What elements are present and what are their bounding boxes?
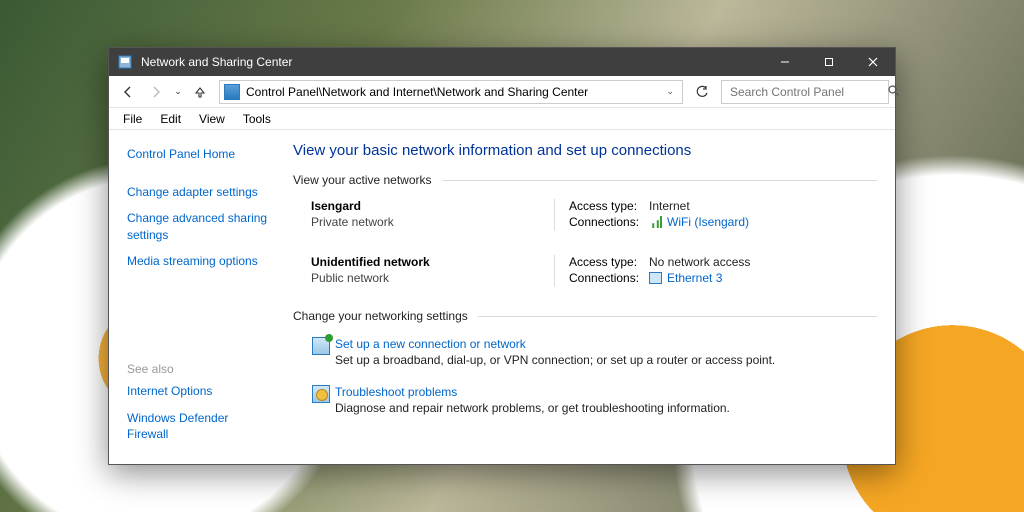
minimize-button[interactable]	[763, 48, 807, 76]
up-button[interactable]	[187, 79, 213, 105]
network-name: Unidentified network	[311, 255, 554, 269]
control-panel-home-link[interactable]: Control Panel Home	[127, 146, 273, 162]
change-settings-label: Change your networking settings	[293, 309, 877, 323]
access-type-label: Access type:	[569, 255, 649, 269]
setup-connection-desc: Set up a broadband, dial-up, or VPN conn…	[335, 353, 775, 367]
nav-bar: ⌄ Control Panel\Network and Internet\Net…	[109, 76, 895, 108]
troubleshoot-icon	[312, 385, 330, 403]
settings-row: Troubleshoot problems Diagnose and repai…	[293, 381, 877, 429]
ethernet-icon	[649, 272, 662, 284]
connections-label: Connections:	[569, 215, 649, 229]
troubleshoot-link[interactable]: Troubleshoot problems	[335, 385, 730, 399]
network-type: Public network	[311, 271, 554, 285]
close-button[interactable]	[851, 48, 895, 76]
menu-file[interactable]: File	[115, 110, 150, 128]
menu-tools[interactable]: Tools	[235, 110, 279, 128]
troubleshoot-desc: Diagnose and repair network problems, or…	[335, 401, 730, 415]
address-bar[interactable]: Control Panel\Network and Internet\Netwo…	[219, 80, 683, 104]
search-box[interactable]	[721, 80, 889, 104]
access-type-label: Access type:	[569, 199, 649, 213]
window: Network and Sharing Center ⌄ Control Pan…	[108, 47, 896, 465]
menu-bar: File Edit View Tools	[109, 108, 895, 130]
refresh-button[interactable]	[689, 85, 715, 99]
network-name: Isengard	[311, 199, 554, 213]
wifi-icon	[649, 216, 662, 228]
active-networks-label: View your active networks	[293, 173, 877, 187]
see-also-firewall[interactable]: Windows Defender Firewall	[127, 410, 273, 442]
main-content: View your basic network information and …	[285, 130, 895, 464]
search-input[interactable]	[728, 84, 887, 100]
back-button[interactable]	[115, 79, 141, 105]
setup-connection-link[interactable]: Set up a new connection or network	[335, 337, 775, 351]
see-also-internet-options[interactable]: Internet Options	[127, 383, 273, 399]
access-type-value: Internet	[649, 199, 690, 213]
maximize-button[interactable]	[807, 48, 851, 76]
page-heading: View your basic network information and …	[293, 142, 877, 159]
see-also-label: See also	[127, 361, 273, 377]
app-icon	[117, 54, 133, 70]
menu-edit[interactable]: Edit	[152, 110, 189, 128]
titlebar: Network and Sharing Center	[109, 48, 895, 76]
window-title: Network and Sharing Center	[141, 55, 763, 69]
address-dropdown[interactable]: ⌄	[662, 86, 678, 97]
sidebar-item-sharing[interactable]: Change advanced sharing settings	[127, 210, 273, 242]
sidebar-item-adapter[interactable]: Change adapter settings	[127, 184, 273, 200]
connection-link[interactable]: WiFi (Isengard)	[649, 215, 749, 229]
sidebar-item-media[interactable]: Media streaming options	[127, 253, 273, 269]
sidebar: Control Panel Home Change adapter settin…	[109, 130, 285, 464]
history-dropdown[interactable]: ⌄	[171, 86, 185, 97]
menu-view[interactable]: View	[191, 110, 233, 128]
connection-link[interactable]: Ethernet 3	[649, 271, 722, 285]
settings-row: Set up a new connection or network Set u…	[293, 333, 877, 381]
network-type: Private network	[311, 215, 554, 229]
network-row: Unidentified network Public network Acce…	[293, 253, 877, 309]
address-icon	[224, 84, 240, 100]
new-connection-icon	[312, 337, 330, 355]
access-type-value: No network access	[649, 255, 750, 269]
forward-button[interactable]	[143, 79, 169, 105]
breadcrumb: Control Panel\Network and Internet\Netwo…	[246, 85, 662, 99]
network-row: Isengard Private network Access type:Int…	[293, 197, 877, 253]
connections-label: Connections:	[569, 271, 649, 285]
search-icon[interactable]	[887, 84, 900, 100]
